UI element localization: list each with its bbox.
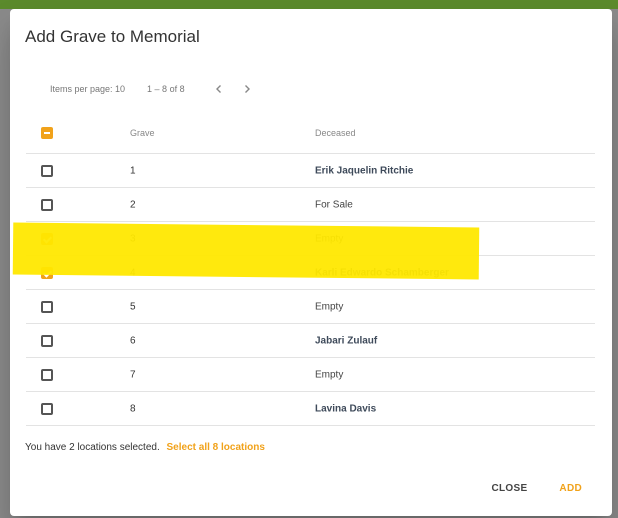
row-checkbox[interactable] [41,198,53,211]
chevron-right-icon[interactable] [239,81,255,97]
app-topbar [0,0,618,9]
grave-number: 3 [130,233,136,244]
row-checkbox[interactable] [41,266,53,279]
deceased-name: Jabari Zulauf [315,335,378,346]
row-checkbox[interactable] [41,164,53,177]
select-all-link[interactable]: Select all 8 locations [167,442,265,453]
chevron-left-icon[interactable] [211,81,227,97]
selection-status: You have 2 locations selected. Select al… [25,442,265,453]
select-all-checkbox[interactable] [41,126,53,139]
grave-number: 1 [130,165,136,176]
deceased-name: Empty [315,301,344,312]
close-button[interactable]: CLOSE [491,483,527,494]
row-checkbox[interactable] [41,402,53,415]
grave-number: 4 [130,267,136,278]
table-row[interactable]: 1 Erik Jaquelin Ritchie [26,154,595,188]
grave-number: 2 [130,199,136,210]
table-row[interactable]: 8 Lavina Davis [26,392,595,426]
dialog-title: Add Grave to Memorial [25,27,200,46]
deceased-name: Erik Jaquelin Ritchie [315,165,414,176]
row-checkbox[interactable] [41,300,53,313]
dialog-actions: CLOSE ADD [459,483,582,494]
row-checkbox[interactable] [41,368,53,381]
deceased-name: Empty [315,233,344,244]
selection-count-text: You have 2 locations selected. [25,442,160,453]
row-checkbox[interactable] [41,334,53,347]
deceased-name: For Sale [315,199,353,210]
add-grave-dialog: Add Grave to Memorial Items per page: 10… [10,9,612,516]
items-per-page[interactable]: Items per page: 10 [50,84,125,94]
header-deceased[interactable]: Deceased [315,128,356,138]
grave-number: 7 [130,369,136,380]
table-row[interactable]: 7 Empty [26,358,595,392]
graves-table: Grave Deceased 1 Erik Jaquelin Ritchie 2 Fo… [26,112,595,426]
table-row[interactable]: 5 Empty [26,290,595,324]
page-range: 1 – 8 of 8 [147,84,185,94]
table-row[interactable]: 4 Karli Edwardo Schamberger [26,256,595,290]
row-checkbox[interactable] [41,232,53,245]
deceased-name: Karli Edwardo Schamberger [315,267,449,278]
table-header-row: Grave Deceased [26,112,595,154]
add-button[interactable]: ADD [559,483,582,494]
grave-number: 5 [130,301,136,312]
table-row[interactable]: 2 For Sale [26,188,595,222]
table-row[interactable]: 6 Jabari Zulauf [26,324,595,358]
grave-number: 6 [130,335,136,346]
header-grave[interactable]: Grave [130,128,155,138]
grave-number: 8 [130,403,136,414]
paginator: Items per page: 10 1 – 8 of 8 [50,81,267,97]
deceased-name: Lavina Davis [315,403,377,414]
table-row[interactable]: 3 Empty [26,222,595,256]
deceased-name: Empty [315,369,344,380]
